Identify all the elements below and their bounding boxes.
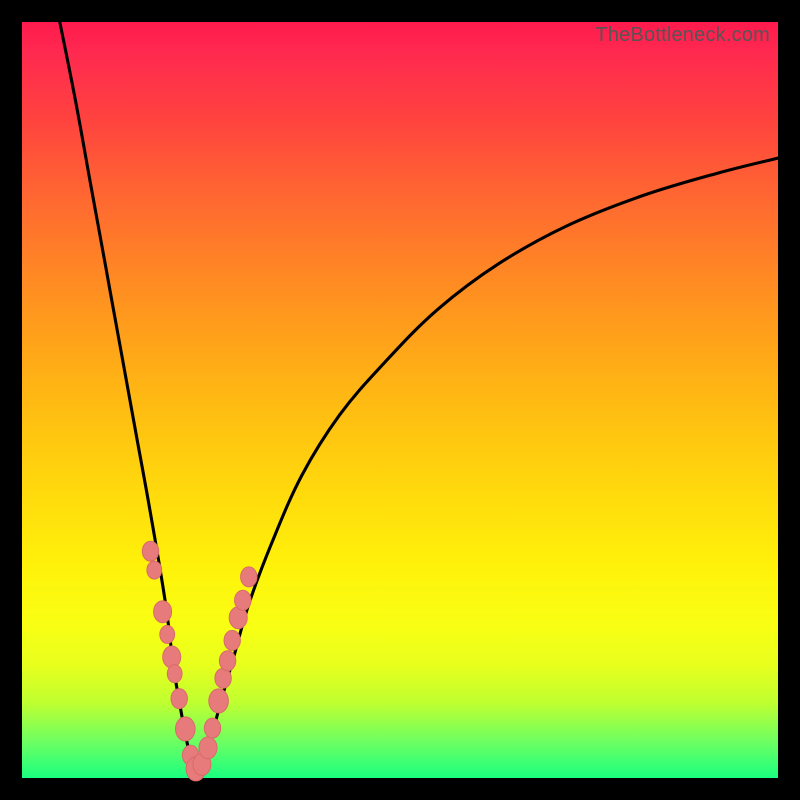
marker-bead (147, 561, 162, 579)
marker-bead (171, 689, 187, 709)
marker-bead (235, 590, 251, 610)
gradient-plot-area: TheBottleneck.com (22, 22, 778, 778)
marker-bead (160, 625, 175, 643)
marker-bead (219, 651, 235, 671)
marker-bead (224, 630, 240, 650)
marker-bead (209, 689, 229, 713)
marker-bead (199, 737, 217, 759)
marker-bead (142, 541, 158, 561)
bottleneck-chart (22, 22, 778, 778)
marker-bead (176, 717, 196, 741)
marker-bead (163, 646, 181, 668)
marker-bead (167, 665, 182, 683)
marker-bead (241, 567, 257, 587)
watermark-label: TheBottleneck.com (595, 24, 770, 47)
marker-bead (154, 601, 172, 623)
marker-bead (204, 718, 220, 738)
marker-layer (142, 541, 257, 781)
